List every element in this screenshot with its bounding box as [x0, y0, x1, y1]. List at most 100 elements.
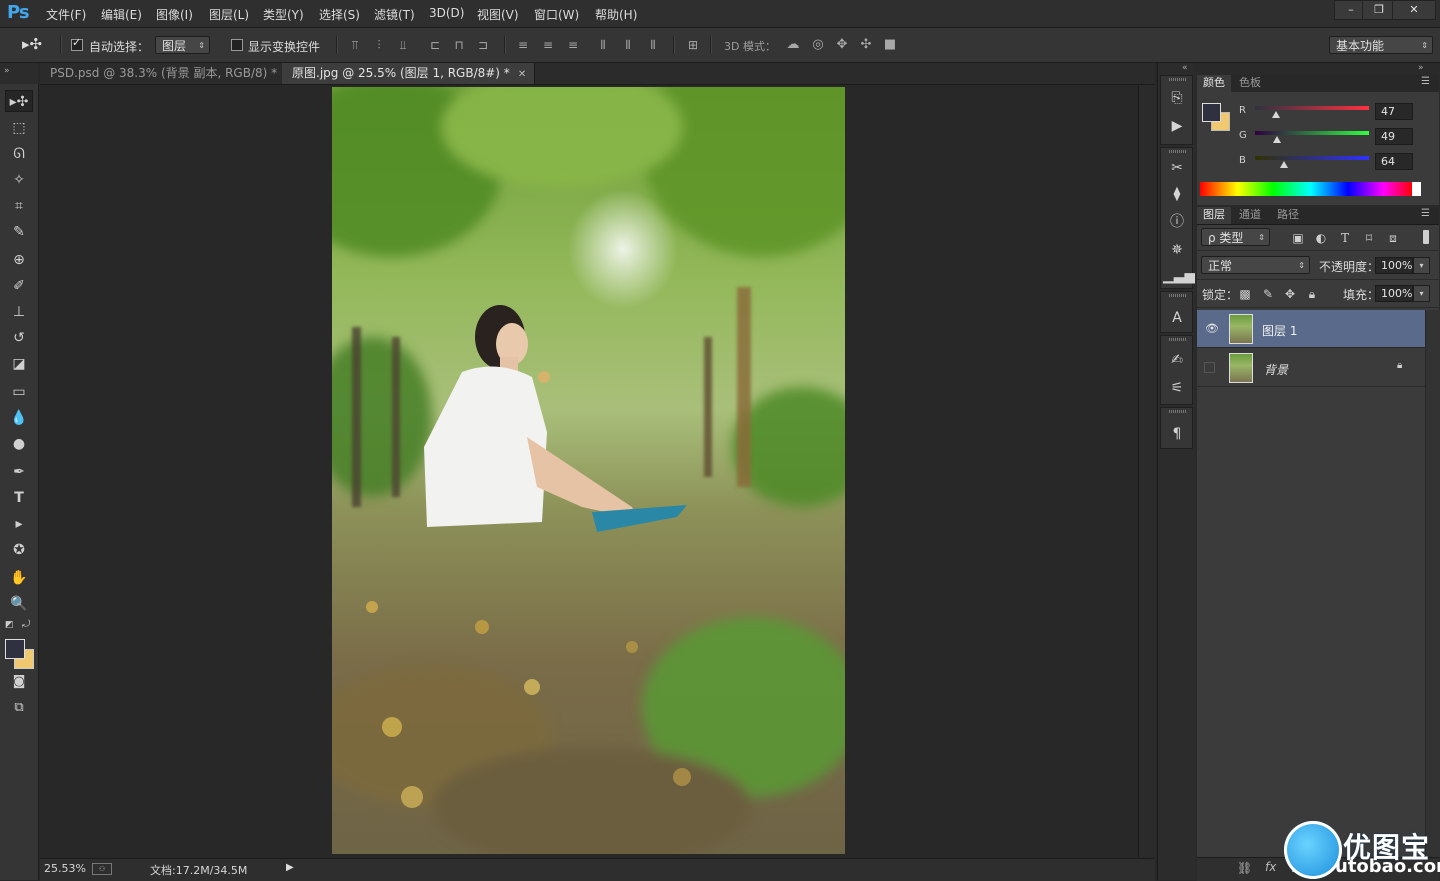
blend-mode-dropdown[interactable]: 正常 ⇕	[1201, 256, 1310, 274]
clone-source-icon[interactable]: ⧫	[1163, 182, 1191, 206]
tab-original[interactable]: 原图.jpg @ 25.5% (图层 1, RGB/8#) * ✕	[282, 63, 536, 84]
menu-file[interactable]: 文件(F)	[46, 6, 86, 23]
tab-color[interactable]: 颜色	[1197, 75, 1231, 92]
menu-view[interactable]: 视图(V)	[477, 6, 519, 23]
distribute-hcenter-icon[interactable]: ⦀	[621, 38, 635, 52]
toolbar-header[interactable]: »	[0, 63, 38, 85]
layer-name[interactable]: 图层 1	[1262, 322, 1297, 339]
menu-edit[interactable]: 编辑(E)	[101, 6, 142, 23]
distribute-vcenter-icon[interactable]: ≡	[541, 38, 555, 52]
panel-menu-icon[interactable]: ☰	[1421, 208, 1430, 219]
filter-toggle-icon[interactable]	[1423, 230, 1429, 244]
brush-presets-icon[interactable]: ⚟	[1163, 376, 1191, 400]
menu-3d[interactable]: 3D(D)	[429, 6, 464, 20]
tab-psd[interactable]: PSD.psd @ 38.3% (背景 副本, RGB/8) *✕	[40, 63, 303, 84]
eye-icon[interactable]: 👁︎	[1205, 322, 1219, 335]
show-transform-checkbox[interactable]	[231, 39, 243, 51]
3d-slide-icon[interactable]: ✣	[859, 38, 873, 52]
tool-presets-icon[interactable]: ✂	[1163, 156, 1191, 180]
distribute-right-icon[interactable]: ⦀	[646, 38, 660, 52]
menu-type[interactable]: 类型(Y)	[263, 6, 304, 23]
lock-all-icon[interactable]: 🔒︎	[1305, 287, 1319, 301]
collapse-icon[interactable]: «	[1182, 63, 1188, 73]
collapse-icon[interactable]: »	[1418, 63, 1424, 73]
lasso-tool-icon[interactable]: ᘏ	[5, 143, 33, 165]
eraser-tool-icon[interactable]: ◪	[5, 353, 33, 375]
eyedropper-tool-icon[interactable]: ✎	[5, 221, 33, 243]
marquee-tool-icon[interactable]: ⬚	[5, 117, 33, 139]
dodge-tool-icon[interactable]: ●	[5, 433, 33, 455]
status-menu-arrow-icon[interactable]: ▶	[286, 862, 294, 873]
lock-image-icon[interactable]: ✎	[1261, 287, 1275, 301]
fill-dropdown-icon[interactable]: ▾	[1413, 285, 1430, 302]
blue-slider[interactable]	[1255, 156, 1369, 160]
align-right-icon[interactable]: ⊐	[476, 38, 490, 52]
layers-scrollbar[interactable]	[1425, 310, 1440, 857]
hand-tool-icon[interactable]: ✋	[5, 567, 33, 589]
filter-shape-icon[interactable]: ⌑	[1362, 231, 1376, 245]
align-bottom-icon[interactable]: ⫫	[396, 38, 410, 52]
align-top-icon[interactable]: ⫪	[348, 38, 362, 52]
path-selection-tool-icon[interactable]: ▸	[5, 513, 33, 535]
layer-row-background[interactable]: 背景 🔒︎	[1197, 349, 1425, 387]
screen-mode-icon[interactable]: ⧉	[5, 697, 33, 719]
red-slider-knob[interactable]	[1271, 111, 1280, 118]
workspace-dropdown[interactable]: 基本功能 ⇕	[1329, 36, 1433, 54]
menu-help[interactable]: 帮助(H)	[595, 6, 637, 23]
layer-name[interactable]: 背景	[1264, 361, 1288, 378]
3d-roll-icon[interactable]: ◎	[811, 38, 825, 52]
green-value-input[interactable]: 49	[1375, 128, 1413, 145]
gradient-tool-icon[interactable]: ▭	[5, 381, 33, 403]
distribute-bottom-icon[interactable]: ≡	[566, 38, 580, 52]
link-layers-icon[interactable]: ⛓	[1237, 861, 1252, 875]
3d-drag-icon[interactable]: ✥	[835, 38, 849, 52]
zoom-tool-icon[interactable]: 🔍	[5, 593, 33, 615]
type-tool-icon[interactable]: T	[5, 487, 33, 509]
move-tool-icon[interactable]: ▸✣	[5, 90, 33, 112]
3d-rotate-icon[interactable]: ☁	[786, 38, 800, 52]
magic-wand-tool-icon[interactable]: ✧	[5, 169, 33, 191]
red-value-input[interactable]: 47	[1375, 103, 1413, 120]
pen-tool-icon[interactable]: ✒	[5, 461, 33, 483]
distribute-top-icon[interactable]: ≡	[516, 38, 530, 52]
character-panel-icon[interactable]: A	[1163, 306, 1191, 330]
opacity-dropdown-icon[interactable]: ▾	[1413, 257, 1430, 274]
quick-mask-icon[interactable]: ◙	[5, 671, 33, 693]
menu-image[interactable]: 图像(I)	[156, 6, 193, 23]
fill-input[interactable]: 100%	[1375, 285, 1413, 302]
actions-panel-icon[interactable]: ▶	[1163, 114, 1191, 138]
lock-position-icon[interactable]: ✥	[1283, 287, 1297, 301]
grip-icon[interactable]	[1169, 338, 1186, 341]
swap-colors-icon[interactable]: ⤾	[22, 619, 30, 630]
zoom-preview-icon[interactable]: ⚇	[92, 863, 112, 875]
vertical-scrollbar[interactable]	[1138, 85, 1156, 857]
grip-icon[interactable]	[1169, 78, 1186, 81]
tab-swatches[interactable]: 色板	[1233, 75, 1267, 92]
document-image[interactable]	[332, 87, 845, 854]
zoom-level[interactable]: 25.53%	[44, 862, 86, 875]
red-slider[interactable]	[1255, 106, 1369, 110]
align-hcenter-icon[interactable]: ⊓	[452, 38, 466, 52]
visibility-toggle[interactable]	[1204, 362, 1215, 373]
brush-panel-icon[interactable]: ✍	[1163, 348, 1191, 372]
history-brush-tool-icon[interactable]: ↺	[5, 327, 33, 349]
histogram-panel-icon[interactable]: ▁▃▅	[1163, 264, 1195, 288]
lock-transparency-icon[interactable]: ▩	[1238, 287, 1252, 301]
auto-select-target-dropdown[interactable]: 图层 ⇕	[155, 36, 210, 54]
layer-style-icon[interactable]: fx	[1265, 860, 1276, 874]
default-colors-icon[interactable]: ◩	[5, 620, 14, 630]
brush-tool-icon[interactable]: ✐	[5, 275, 33, 297]
align-vcenter-icon[interactable]: ⫶	[372, 38, 386, 52]
layer-filter-dropdown[interactable]: ρ 类型 ⇕	[1201, 228, 1270, 246]
green-slider-knob[interactable]	[1272, 136, 1281, 143]
move-tool-icon[interactable]: ▸✣	[22, 35, 42, 53]
close-icon[interactable]: ✕	[518, 69, 526, 80]
green-slider[interactable]	[1255, 131, 1369, 135]
adjustments-panel-icon[interactable]: ✵	[1163, 238, 1191, 262]
auto-align-icon[interactable]: ⊞	[686, 38, 700, 52]
tab-layers[interactable]: 图层	[1197, 207, 1231, 224]
opacity-input[interactable]: 100%	[1375, 257, 1413, 274]
restore-button[interactable]: ❐	[1362, 0, 1396, 20]
blue-value-input[interactable]: 64	[1375, 153, 1413, 170]
menu-filter[interactable]: 滤镜(T)	[374, 6, 415, 23]
